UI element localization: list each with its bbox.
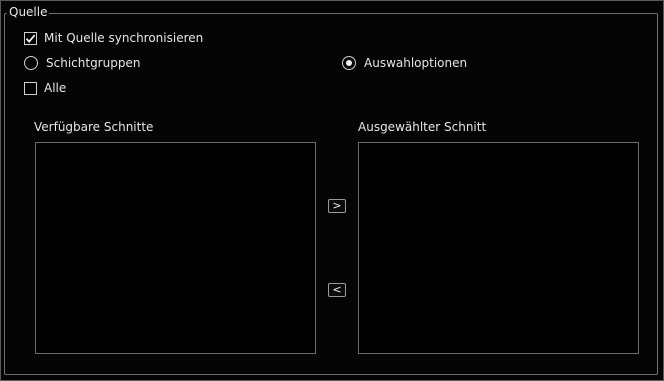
sync-checkbox[interactable]	[24, 31, 37, 45]
remove-from-selection-button[interactable]: <	[328, 283, 346, 297]
radio-selected-dot	[346, 60, 352, 66]
radio-selection-options[interactable]	[342, 56, 356, 70]
selected-cut-label: Ausgewählter Schnitt	[358, 120, 487, 134]
radio-selection-options-label: Auswahloptionen	[364, 56, 468, 70]
radio-layer-groups-row[interactable]: Schichtgruppen	[24, 54, 140, 72]
radio-layer-groups[interactable]	[24, 56, 38, 70]
group-title: Quelle	[7, 5, 50, 19]
radio-selection-options-row[interactable]: Auswahloptionen	[342, 54, 467, 72]
sync-label: Mit Quelle synchronisieren	[44, 31, 204, 45]
all-label: Alle	[44, 81, 67, 95]
checkmark-icon	[25, 34, 36, 43]
radio-layer-groups-label: Schichtgruppen	[46, 56, 141, 70]
available-cuts-label: Verfügbare Schnitte	[34, 120, 154, 134]
sync-with-source-row[interactable]: Mit Quelle synchronisieren	[24, 29, 203, 47]
add-to-selection-button[interactable]: >	[328, 199, 346, 213]
all-row[interactable]: Alle	[24, 79, 66, 97]
all-checkbox[interactable]	[24, 81, 37, 95]
selected-cut-list[interactable]	[358, 142, 639, 354]
available-cuts-list[interactable]	[35, 142, 316, 354]
